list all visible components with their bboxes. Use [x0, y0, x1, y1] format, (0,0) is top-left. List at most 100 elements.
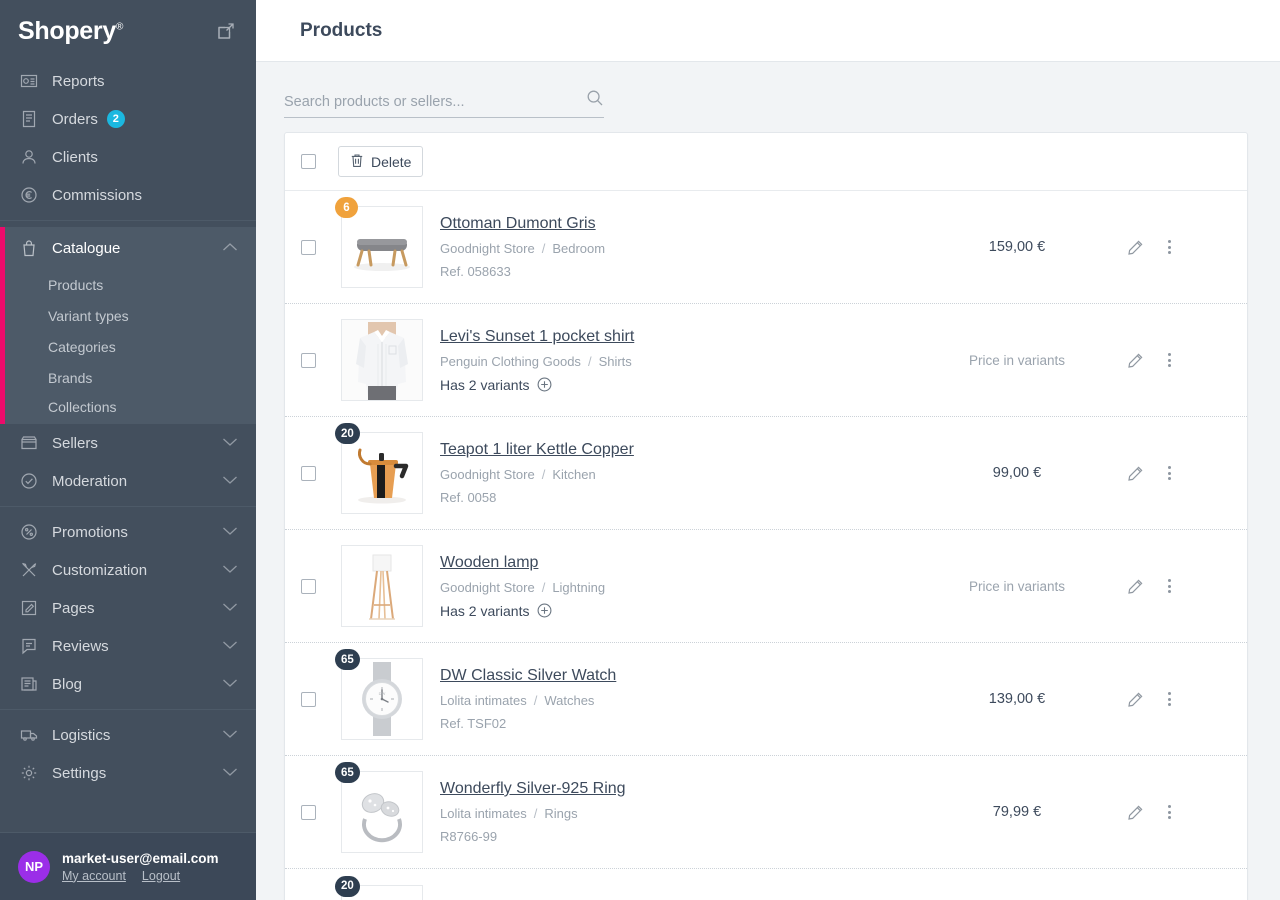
table-row[interactable]: 65 [285, 643, 1247, 756]
more-vertical-icon[interactable] [1166, 238, 1173, 256]
table-row[interactable]: 65 Wonde [285, 756, 1247, 869]
sidebar-item-commissions[interactable]: Commissions [0, 176, 256, 214]
search-input[interactable] [284, 90, 564, 117]
chevron-down-icon[interactable] [222, 561, 238, 579]
product-name-link[interactable]: DW Classic Silver Watch [440, 667, 616, 685]
sidebar-nav: Reports Orders 2 [0, 62, 256, 832]
row-checkbox-cell [301, 353, 341, 368]
row-checkbox[interactable] [301, 240, 316, 255]
chevron-down-icon[interactable] [222, 523, 238, 541]
table-row[interactable]: Wooden lamp Goodnight Store / Lightning … [285, 530, 1247, 643]
sidebar-item-pages[interactable]: Pages [0, 589, 256, 627]
product-name-link[interactable]: Levi's Sunset 1 pocket shirt [440, 328, 634, 346]
row-actions [1127, 351, 1247, 369]
row-checkbox-cell [301, 692, 341, 707]
pencil-icon[interactable] [1127, 691, 1144, 708]
copper-kettle-thumb [341, 432, 423, 514]
product-variants: Has 2 variants [440, 603, 907, 619]
sidebar-item-sellers[interactable]: Sellers [0, 424, 256, 462]
chevron-down-icon[interactable] [222, 726, 238, 744]
row-checkbox[interactable] [301, 466, 316, 481]
bag-icon [18, 237, 40, 259]
product-thumbnail-wrap: 6 [341, 206, 439, 288]
pencil-icon[interactable] [1127, 239, 1144, 256]
sidebar-item-collections[interactable]: Collections [0, 393, 256, 424]
pencil-icon[interactable] [1127, 578, 1144, 595]
product-seller: Goodnight Store [440, 580, 535, 595]
product-name-link[interactable]: Teapot 1 liter Kettle Copper [440, 441, 634, 459]
sidebar-item-clients[interactable]: Clients [0, 138, 256, 176]
logout-link[interactable]: Logout [142, 869, 180, 883]
search-icon[interactable] [586, 89, 604, 112]
my-account-link[interactable]: My account [62, 869, 126, 883]
commissions-euro-icon [18, 184, 40, 206]
more-vertical-icon[interactable] [1166, 803, 1173, 821]
stock-badge: 6 [335, 197, 358, 218]
avatar[interactable]: NP [18, 851, 50, 883]
sidebar-item-categories[interactable]: Categories [0, 331, 256, 362]
sidebar: Shopery® [0, 0, 256, 900]
product-thumbnail-wrap: 20 [341, 885, 439, 900]
product-variants-label: Has 2 variants [440, 603, 529, 619]
plus-circle-icon[interactable] [537, 603, 552, 618]
sidebar-item-reviews[interactable]: Reviews [0, 627, 256, 665]
sidebar-item-logistics[interactable]: Logistics [0, 716, 256, 754]
table-row[interactable]: 20 Wire Bowl, Copper bowl [285, 869, 1247, 900]
chevron-down-icon[interactable] [222, 599, 238, 617]
brush-icon [18, 559, 40, 581]
sidebar-item-customization[interactable]: Customization [0, 551, 256, 589]
product-seller: Penguin Clothing Goods [440, 354, 581, 369]
external-link-icon[interactable] [216, 21, 236, 41]
brand-logo[interactable]: Shopery® [18, 17, 123, 46]
chevron-down-icon[interactable] [222, 637, 238, 655]
product-reference: Ref. TSF02 [440, 716, 907, 731]
product-name-link[interactable]: Wooden lamp [440, 554, 538, 572]
pencil-icon[interactable] [1127, 465, 1144, 482]
row-checkbox[interactable] [301, 692, 316, 707]
sidebar-item-settings[interactable]: Settings [0, 754, 256, 792]
row-checkbox-cell [301, 466, 341, 481]
sidebar-section-catalogue: Catalogue Products Variant types Categor… [0, 227, 256, 424]
trash-icon [350, 153, 364, 171]
more-vertical-icon[interactable] [1166, 464, 1173, 482]
stock-badge: 20 [335, 423, 360, 444]
sidebar-item-promotions[interactable]: Promotions [0, 513, 256, 551]
stock-badge: 65 [335, 649, 360, 670]
row-checkbox[interactable] [301, 805, 316, 820]
table-row[interactable]: 20 [285, 417, 1247, 530]
select-all-checkbox[interactable] [301, 154, 316, 169]
chevron-down-icon[interactable] [222, 472, 238, 490]
product-price: Price in variants [907, 579, 1127, 594]
row-checkbox[interactable] [301, 579, 316, 594]
more-vertical-icon[interactable] [1166, 351, 1173, 369]
sidebar-item-blog[interactable]: Blog [0, 665, 256, 703]
chevron-down-icon[interactable] [222, 764, 238, 782]
sidebar-item-brands[interactable]: Brands [0, 362, 256, 393]
table-row[interactable]: Levi's Sunset 1 pocket shirt Penguin Clo… [285, 304, 1247, 417]
table-row[interactable]: 6 [285, 191, 1247, 304]
chevron-down-icon[interactable] [222, 434, 238, 452]
more-vertical-icon[interactable] [1166, 577, 1173, 595]
row-actions [1127, 803, 1247, 821]
pencil-icon[interactable] [1127, 352, 1144, 369]
silver-ring-thumb [341, 771, 423, 853]
delete-button[interactable]: Delete [338, 146, 423, 177]
sidebar-item-moderation[interactable]: Moderation [0, 462, 256, 500]
chevron-up-icon[interactable] [222, 239, 238, 257]
sidebar-subitem-label: Products [48, 277, 103, 293]
sidebar-item-reports[interactable]: Reports [0, 62, 256, 100]
sidebar-item-label: Clients [52, 149, 98, 166]
sidebar-item-products[interactable]: Products [0, 269, 256, 300]
sidebar-item-variant-types[interactable]: Variant types [0, 300, 256, 331]
chevron-down-icon[interactable] [222, 675, 238, 693]
more-vertical-icon[interactable] [1166, 690, 1173, 708]
brand-registered-mark: ® [116, 21, 123, 32]
row-checkbox[interactable] [301, 353, 316, 368]
product-name-link[interactable]: Wonderfly Silver-925 Ring [440, 780, 626, 798]
sidebar-item-catalogue[interactable]: Catalogue [0, 227, 256, 269]
plus-circle-icon[interactable] [537, 377, 552, 392]
sidebar-item-orders[interactable]: Orders 2 [0, 100, 256, 138]
product-name-link[interactable]: Ottoman Dumont Gris [440, 215, 596, 233]
product-thumbnail-wrap: 65 [341, 771, 439, 853]
pencil-icon[interactable] [1127, 804, 1144, 821]
